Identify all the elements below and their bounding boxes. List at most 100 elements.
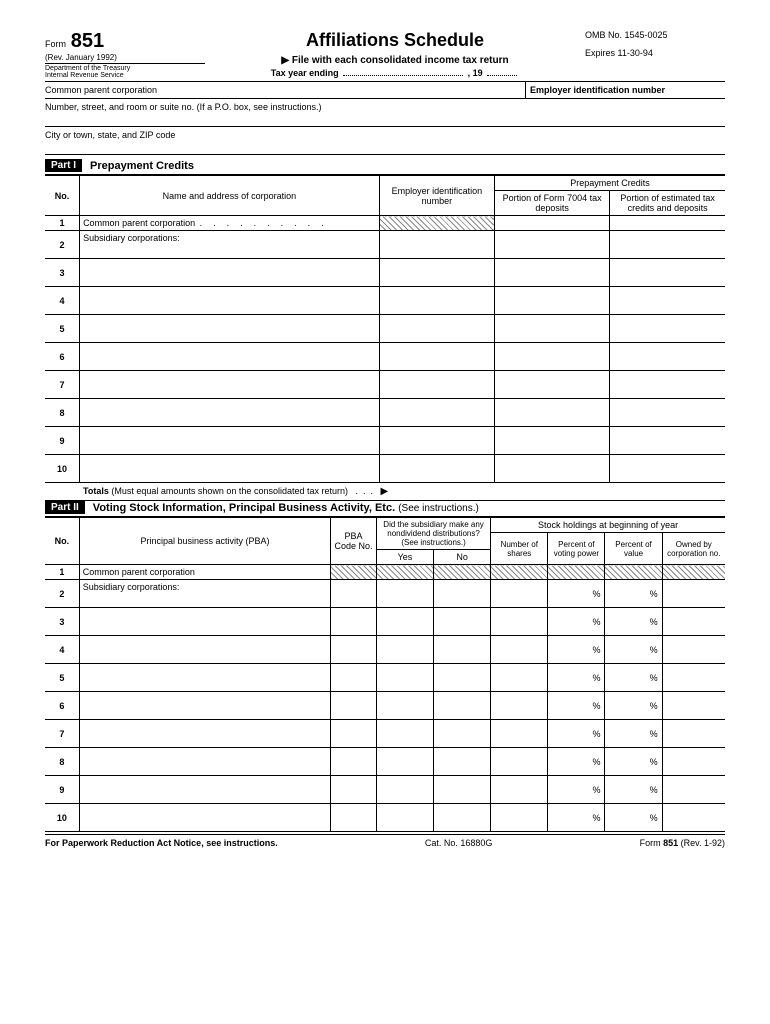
p2-cell[interactable]: [79, 636, 330, 664]
p1-cell[interactable]: [80, 287, 380, 315]
p2-cell[interactable]: [434, 776, 491, 804]
p2-cell[interactable]: [331, 720, 377, 748]
p2-cell-pct[interactable]: %: [605, 636, 662, 664]
p2-cell[interactable]: [662, 664, 725, 692]
p1-cell[interactable]: [494, 399, 609, 427]
p1-cell[interactable]: [494, 287, 609, 315]
p2-cell-pct[interactable]: %: [548, 636, 605, 664]
p2-cell[interactable]: [434, 664, 491, 692]
p2-cell[interactable]: [79, 664, 330, 692]
p1-cell[interactable]: [379, 287, 494, 315]
p1-cell[interactable]: [80, 399, 380, 427]
p2-cell[interactable]: [662, 580, 725, 608]
p1-cell[interactable]: [610, 259, 725, 287]
p2-cell[interactable]: [331, 748, 377, 776]
p1-cell[interactable]: [80, 315, 380, 343]
p2-cell[interactable]: [331, 608, 377, 636]
p1-cell[interactable]: [494, 455, 609, 483]
p2-cell[interactable]: [662, 804, 725, 832]
p2-cell[interactable]: [376, 776, 433, 804]
p1-cell[interactable]: [379, 259, 494, 287]
p1-cell[interactable]: [379, 371, 494, 399]
p1-cell[interactable]: [494, 427, 609, 455]
p2-cell[interactable]: [79, 804, 330, 832]
p1-cell[interactable]: [80, 455, 380, 483]
p1-cell[interactable]: [379, 315, 494, 343]
p1-cell[interactable]: [494, 343, 609, 371]
p2-cell-pct[interactable]: %: [548, 608, 605, 636]
p1-cell[interactable]: [494, 259, 609, 287]
p2-cell-pct[interactable]: %: [548, 720, 605, 748]
p2-cell[interactable]: [434, 804, 491, 832]
p1-cell[interactable]: [610, 371, 725, 399]
p2-cell[interactable]: [491, 720, 548, 748]
p1-cell[interactable]: [494, 371, 609, 399]
p1-cell[interactable]: [379, 427, 494, 455]
p2-cell[interactable]: [434, 720, 491, 748]
p2-cell[interactable]: [491, 608, 548, 636]
p2-cell[interactable]: [376, 580, 433, 608]
p1-cell[interactable]: [379, 231, 494, 259]
p1-cell[interactable]: [80, 343, 380, 371]
p2-cell[interactable]: [376, 692, 433, 720]
p2-cell[interactable]: [491, 664, 548, 692]
p2-cell[interactable]: [376, 636, 433, 664]
p1-row1-est[interactable]: [610, 216, 725, 231]
p1-cell[interactable]: [379, 343, 494, 371]
p2-cell[interactable]: [376, 720, 433, 748]
p1-cell[interactable]: [80, 371, 380, 399]
p2-cell-pct[interactable]: %: [605, 748, 662, 776]
p1-cell[interactable]: [379, 399, 494, 427]
p1-cell[interactable]: [80, 427, 380, 455]
p2-cell[interactable]: [331, 636, 377, 664]
p2-cell[interactable]: [376, 804, 433, 832]
p2-cell[interactable]: [434, 748, 491, 776]
p2-cell[interactable]: [491, 580, 548, 608]
p2-cell[interactable]: [491, 692, 548, 720]
p1-row2-text[interactable]: Subsidiary corporations:: [80, 231, 380, 259]
p2-cell[interactable]: [434, 636, 491, 664]
p2-cell[interactable]: [662, 608, 725, 636]
p1-cell[interactable]: [610, 343, 725, 371]
p2-cell[interactable]: [662, 720, 725, 748]
p1-cell[interactable]: [494, 315, 609, 343]
p2-cell[interactable]: [662, 692, 725, 720]
p2-cell-pct[interactable]: %: [548, 748, 605, 776]
tax-year-blank[interactable]: [343, 75, 463, 76]
p2-cell-pct[interactable]: %: [605, 776, 662, 804]
p2-cell[interactable]: [331, 804, 377, 832]
p2-cell-pct[interactable]: %: [605, 608, 662, 636]
p2-cell[interactable]: [491, 636, 548, 664]
p2-cell[interactable]: [491, 748, 548, 776]
p1-cell[interactable]: [494, 231, 609, 259]
p2-cell[interactable]: [434, 608, 491, 636]
tax-year-yy-blank[interactable]: [487, 75, 517, 76]
p2-cell[interactable]: [331, 776, 377, 804]
p2-cell-pct[interactable]: %: [548, 580, 605, 608]
p2-cell[interactable]: [376, 664, 433, 692]
p2-cell[interactable]: [79, 720, 330, 748]
p1-row1-7004[interactable]: [494, 216, 609, 231]
p2-cell[interactable]: [491, 804, 548, 832]
p2-cell-pct[interactable]: %: [548, 804, 605, 832]
p2-cell[interactable]: [331, 580, 377, 608]
p2-cell[interactable]: [376, 608, 433, 636]
p2-cell[interactable]: [79, 776, 330, 804]
p2-cell[interactable]: [331, 664, 377, 692]
p2-cell[interactable]: [79, 748, 330, 776]
p2-cell-pct[interactable]: %: [548, 776, 605, 804]
p1-cell[interactable]: [379, 455, 494, 483]
p2-cell[interactable]: [662, 776, 725, 804]
p1-cell[interactable]: [610, 455, 725, 483]
p1-cell[interactable]: [610, 287, 725, 315]
p2-cell[interactable]: [331, 692, 377, 720]
p2-cell[interactable]: [434, 580, 491, 608]
p2-row2-text[interactable]: Subsidiary corporations:: [79, 580, 330, 608]
p2-cell[interactable]: [662, 748, 725, 776]
p1-cell[interactable]: [610, 315, 725, 343]
p2-cell-pct[interactable]: %: [605, 692, 662, 720]
p1-cell[interactable]: [80, 259, 380, 287]
p2-cell[interactable]: [491, 776, 548, 804]
p2-row1-text[interactable]: Common parent corporation: [79, 565, 330, 580]
p1-cell[interactable]: [610, 231, 725, 259]
